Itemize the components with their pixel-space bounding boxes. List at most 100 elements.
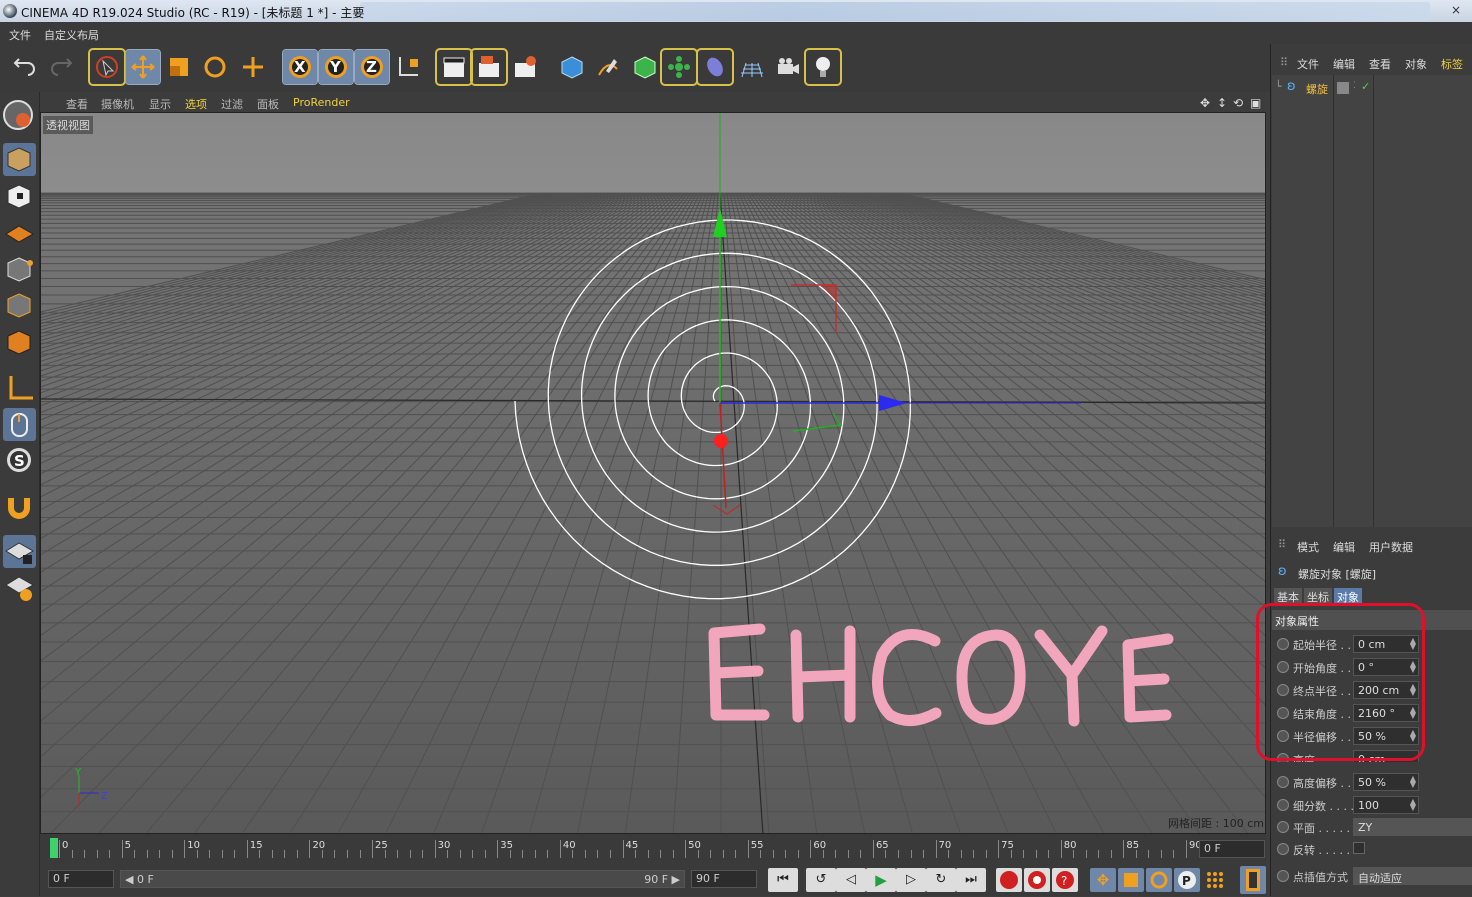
viewport-menu-panel[interactable]: 面板 xyxy=(257,96,279,112)
animate-radio-icon[interactable] xyxy=(1277,870,1289,882)
polygons-mode-button[interactable] xyxy=(3,326,36,359)
viewport-menu-display[interactable]: 显示 xyxy=(149,96,171,112)
end-frame-field[interactable]: 90 F xyxy=(691,870,757,888)
axis-mode-button[interactable] xyxy=(3,372,36,405)
animate-radio-icon[interactable] xyxy=(1277,843,1289,855)
object-name[interactable]: 螺旋 xyxy=(1306,81,1328,97)
plane-dropdown[interactable]: ZY xyxy=(1353,818,1472,836)
animate-radio-icon[interactable] xyxy=(1277,799,1289,811)
redo-button[interactable] xyxy=(44,50,78,84)
menu-custom-layout[interactable]: 自定义布局 xyxy=(44,27,99,43)
layer-swatch-icon[interactable] xyxy=(1337,82,1349,94)
record-position-button[interactable]: ✥ xyxy=(1090,868,1116,892)
visibility-dots-icon[interactable]: ⁚ xyxy=(1353,81,1356,91)
play-button[interactable]: ▶ xyxy=(866,868,896,892)
interpolation-dropdown[interactable]: 自动适应 xyxy=(1353,867,1472,885)
render-to-picture-viewer-button[interactable] xyxy=(470,48,508,86)
reverse-checkbox[interactable] xyxy=(1353,842,1365,854)
rotate-tool-button[interactable] xyxy=(198,50,232,84)
record-pla-button[interactable] xyxy=(1202,868,1228,892)
magnet-button[interactable] xyxy=(3,490,36,523)
timeline-filmstrip-button[interactable] xyxy=(1240,866,1266,894)
viewport-menu-prorender[interactable]: ProRender xyxy=(293,96,350,109)
add-subdivision-button[interactable] xyxy=(628,50,662,84)
animate-radio-icon[interactable] xyxy=(1277,776,1289,788)
attr-height-bias[interactable]: 高度偏移 . . 50 % ▲ ▼ xyxy=(1272,771,1472,793)
scale-tool-button[interactable] xyxy=(162,50,196,84)
points-mode-button[interactable] xyxy=(3,253,36,286)
add-spline-pen-button[interactable] xyxy=(591,50,625,84)
texture-mode-button[interactable] xyxy=(3,180,36,213)
previous-frame-button[interactable]: ◁ xyxy=(836,868,866,892)
go-to-start-button[interactable]: ⏮ xyxy=(768,868,798,892)
viewport-menu-filter[interactable]: 过滤 xyxy=(221,96,243,112)
attr-menu-mode[interactable]: 模式 xyxy=(1297,539,1319,555)
autokey-button[interactable] xyxy=(1024,868,1050,892)
attr-value-field[interactable]: 100 ▲ ▼ xyxy=(1353,796,1419,814)
next-frame-button[interactable]: ▷ xyxy=(896,868,926,892)
timeline-playhead[interactable] xyxy=(50,838,58,858)
viewport-menu-options[interactable]: 选项 xyxy=(185,96,207,112)
object-menu-file[interactable]: 文件 xyxy=(1297,56,1319,72)
viewport-layout-icon[interactable]: ▣ xyxy=(1250,96,1261,110)
current-frame-field[interactable]: 0 F xyxy=(1199,840,1265,858)
x-axis-lock-button[interactable]: X xyxy=(282,49,318,85)
add-cube-button[interactable] xyxy=(555,50,589,84)
record-parameter-button[interactable]: P xyxy=(1174,868,1200,892)
add-floor-button[interactable] xyxy=(735,50,769,84)
viewport-nav-rotate-icon[interactable]: ⟲ xyxy=(1233,96,1243,110)
undo-button[interactable] xyxy=(8,50,42,84)
attr-reverse[interactable]: 反转 . . . . . xyxy=(1272,838,1472,860)
z-axis-lock-button[interactable]: Z xyxy=(354,49,390,85)
render-settings-button[interactable] xyxy=(508,50,542,84)
close-window-button[interactable]: × xyxy=(1448,3,1464,19)
workplane-align-button[interactable] xyxy=(3,571,36,604)
object-row-helix[interactable]: └ ʚ 螺旋 ⁚ ✓ xyxy=(1272,79,1472,97)
spinner-icon[interactable]: ▲ ▼ xyxy=(1410,775,1416,789)
next-key-button[interactable]: ↻ xyxy=(926,868,956,892)
recent-tool-button[interactable] xyxy=(236,50,270,84)
record-keyframe-button[interactable] xyxy=(996,868,1022,892)
attr-plane[interactable]: 平面 . . . . . ZY xyxy=(1272,816,1472,838)
make-editable-button[interactable] xyxy=(1,98,38,134)
live-selection-button[interactable] xyxy=(88,48,126,86)
timeline-ruler[interactable]: 0 5 10 15 20 25 30 35 40 45 50 55 60 65 70 75 80 85 90 0 F xyxy=(40,834,1266,862)
animate-radio-icon[interactable] xyxy=(1277,821,1289,833)
viewport-nav-move-icon[interactable]: ✥ xyxy=(1200,96,1210,110)
object-menu-edit[interactable]: 编辑 xyxy=(1333,56,1355,72)
coordinate-system-button[interactable] xyxy=(391,50,425,84)
tweak-mode-button[interactable] xyxy=(3,408,36,441)
workplane-mode-button[interactable] xyxy=(3,216,36,249)
go-to-end-button[interactable]: ⏭ xyxy=(956,868,986,892)
move-tool-button[interactable] xyxy=(125,49,161,85)
viewport-menu-camera[interactable]: 摄像机 xyxy=(101,96,134,112)
enabled-check-icon[interactable]: ✓ xyxy=(1361,80,1370,93)
attr-subdivisions[interactable]: 细分数 . . . . 100 ▲ ▼ xyxy=(1272,794,1472,816)
start-frame-field[interactable]: 0 F xyxy=(48,870,114,888)
add-camera-button[interactable] xyxy=(771,50,805,84)
model-mode-button[interactable] xyxy=(3,143,36,176)
attr-intermediate-points[interactable]: 点插值方式 自动适应 xyxy=(1272,865,1472,887)
keyframe-selection-button[interactable]: ? xyxy=(1052,868,1078,892)
add-light-button[interactable] xyxy=(804,48,842,86)
viewport-menu-view[interactable]: 查看 xyxy=(66,96,88,112)
spinner-icon[interactable]: ▲ ▼ xyxy=(1410,798,1416,812)
menu-file[interactable]: 文件 xyxy=(9,27,31,43)
snap-button[interactable]: S xyxy=(3,444,36,477)
object-menu-tags[interactable]: 标签 xyxy=(1441,56,1463,72)
previous-key-button[interactable]: ↺ xyxy=(806,868,836,892)
add-array-button[interactable] xyxy=(660,48,698,86)
attr-menu-user-data[interactable]: 用户数据 xyxy=(1369,539,1413,555)
add-deformer-button[interactable] xyxy=(696,48,734,86)
edges-mode-button[interactable] xyxy=(3,289,36,322)
record-scale-button[interactable] xyxy=(1118,868,1144,892)
render-view-button[interactable] xyxy=(435,48,473,86)
attr-menu-edit[interactable]: 编辑 xyxy=(1333,539,1355,555)
record-rotation-button[interactable] xyxy=(1146,868,1172,892)
viewport-nav-zoom-icon[interactable]: ↕ xyxy=(1217,96,1227,110)
attr-value-field[interactable]: 50 % ▲ ▼ xyxy=(1353,773,1419,791)
y-axis-lock-button[interactable]: Y xyxy=(318,49,354,85)
frame-range-slider[interactable]: ◀ 0 F 90 F ▶ xyxy=(120,870,685,888)
workplane-lock-button[interactable] xyxy=(3,535,36,568)
object-menu-view[interactable]: 查看 xyxy=(1369,56,1391,72)
